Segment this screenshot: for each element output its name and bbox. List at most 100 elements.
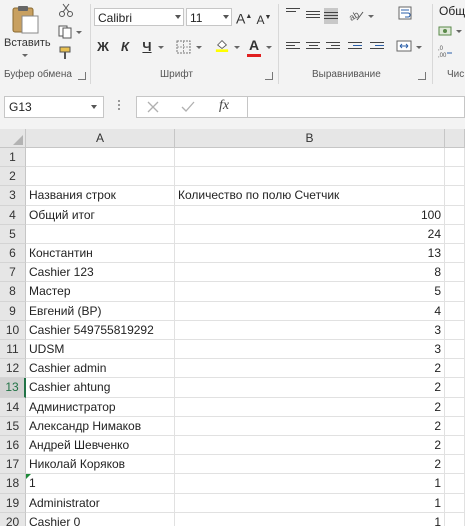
cell-b[interactable]: 2 [175, 436, 445, 456]
cell-b[interactable]: 2 [175, 455, 445, 475]
cell-c[interactable] [445, 148, 465, 168]
cut-icon[interactable] [58, 3, 74, 17]
cell-c[interactable] [445, 205, 465, 225]
orientation-icon[interactable]: ab [348, 8, 364, 22]
currency-format-icon[interactable] [438, 24, 454, 38]
cell-a[interactable]: Общий итог [26, 205, 175, 225]
cell-c[interactable] [445, 301, 465, 321]
cell-c[interactable] [445, 359, 465, 379]
row-header[interactable]: 16 [0, 436, 26, 456]
select-all-button[interactable] [0, 129, 26, 148]
cell-b[interactable]: 1 [175, 493, 445, 513]
cell-a[interactable]: Евгений (ВР) [26, 301, 175, 321]
font-name-select[interactable]: Calibri [94, 8, 184, 26]
clipboard-launcher-icon[interactable] [78, 72, 86, 80]
cell-b[interactable]: 13 [175, 244, 445, 264]
row-header[interactable]: 8 [0, 282, 26, 302]
row-header[interactable]: 11 [0, 340, 26, 360]
cell-b[interactable]: 3 [175, 340, 445, 360]
cell-c[interactable] [445, 282, 465, 302]
cell-a[interactable] [26, 224, 175, 244]
cell-a[interactable]: Мастер [26, 282, 175, 302]
bold-button[interactable]: Ж [96, 38, 110, 56]
chevron-down-icon[interactable] [196, 46, 202, 49]
cell-b[interactable]: 2 [175, 378, 445, 398]
align-middle-icon[interactable] [306, 11, 320, 23]
cell-c[interactable] [445, 378, 465, 398]
insert-function-icon[interactable]: fx [219, 98, 229, 114]
cell-c[interactable] [445, 244, 465, 264]
chevron-down-icon[interactable] [158, 46, 164, 49]
row-header[interactable]: 20 [0, 512, 26, 526]
cell-b[interactable]: 8 [175, 263, 445, 283]
align-left-icon[interactable] [286, 42, 300, 54]
cell-a[interactable]: 1 [26, 474, 175, 494]
cell-a[interactable]: Cashier ahtung [26, 378, 175, 398]
cell-b[interactable]: 100 [175, 205, 445, 225]
grow-font-button[interactable]: A▲ [236, 8, 252, 28]
fill-color-icon[interactable] [214, 38, 230, 52]
cell-b[interactable]: Количество по полю Счетчик [175, 186, 445, 206]
cell-a[interactable]: Александр Нимаков [26, 416, 175, 436]
cell-a[interactable]: Константин [26, 244, 175, 264]
cell-b[interactable]: 3 [175, 320, 445, 340]
cell-c[interactable] [445, 224, 465, 244]
cell-c[interactable] [445, 263, 465, 283]
cell-b[interactable]: 5 [175, 282, 445, 302]
cell-a[interactable]: UDSM [26, 340, 175, 360]
cell-a[interactable] [26, 167, 175, 187]
cell-a[interactable] [26, 148, 175, 168]
format-painter-icon[interactable] [58, 46, 74, 60]
row-header[interactable]: 3 [0, 186, 26, 206]
cell-b[interactable] [175, 148, 445, 168]
cell-a[interactable]: Cashier 123 [26, 263, 175, 283]
cell-c[interactable] [445, 397, 465, 417]
worksheet-grid[interactable]: A B 1 2 3 Названия строк Количество по полю … [0, 129, 465, 526]
align-center-icon[interactable] [306, 42, 320, 54]
chevron-down-icon[interactable] [234, 46, 240, 49]
chevron-down-icon[interactable] [76, 31, 82, 34]
row-header[interactable]: 12 [0, 359, 26, 379]
align-bottom-icon[interactable] [324, 8, 338, 24]
cell-b[interactable]: 1 [175, 474, 445, 494]
cell-c[interactable] [445, 186, 465, 206]
cell-c[interactable] [445, 436, 465, 456]
cell-a[interactable]: Cashier 549755819292 [26, 320, 175, 340]
formula-input[interactable] [248, 96, 465, 118]
chevron-down-icon[interactable] [266, 46, 272, 49]
row-header[interactable]: 9 [0, 301, 26, 321]
cell-c[interactable] [445, 455, 465, 475]
font-color-button[interactable]: A [246, 36, 262, 57]
alignment-launcher-icon[interactable] [418, 72, 426, 80]
row-header[interactable]: 7 [0, 263, 26, 283]
increase-decimal-icon[interactable]: ,0 ,00 [438, 44, 454, 58]
font-size-select[interactable]: 11 [186, 8, 232, 26]
chevron-down-icon[interactable] [456, 30, 462, 33]
row-header[interactable]: 5 [0, 224, 26, 244]
merge-center-icon[interactable] [396, 39, 412, 53]
cell-b[interactable]: 24 [175, 224, 445, 244]
cell-a[interactable]: Administrator [26, 493, 175, 513]
decrease-indent-icon[interactable] [348, 42, 362, 54]
row-header[interactable]: 10 [0, 320, 26, 340]
cell-b[interactable] [175, 167, 445, 187]
cell-a[interactable]: Андрей Шевченко [26, 436, 175, 456]
row-header[interactable]: 2 [0, 167, 26, 187]
cancel-icon[interactable] [147, 101, 159, 113]
cell-b[interactable]: 2 [175, 416, 445, 436]
align-right-icon[interactable] [326, 42, 340, 54]
cell-b[interactable]: 4 [175, 301, 445, 321]
name-box[interactable]: G13 [4, 96, 104, 118]
chevron-down-icon[interactable] [368, 15, 374, 18]
row-header[interactable]: 1 [0, 148, 26, 168]
row-header[interactable]: 6 [0, 244, 26, 264]
copy-icon[interactable] [58, 25, 74, 39]
cell-a[interactable]: Cashier admin [26, 359, 175, 379]
row-header[interactable]: 19 [0, 493, 26, 513]
row-header[interactable]: 4 [0, 205, 26, 225]
chevron-down-icon[interactable] [416, 46, 422, 49]
enter-icon[interactable] [181, 101, 195, 113]
wrap-text-icon[interactable] [398, 6, 414, 20]
font-launcher-icon[interactable] [265, 72, 273, 80]
cell-b[interactable]: 1 [175, 512, 445, 526]
